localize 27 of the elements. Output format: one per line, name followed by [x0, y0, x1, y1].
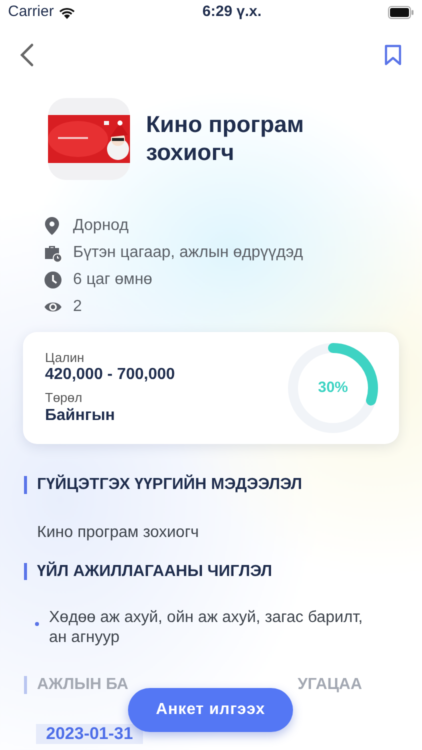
clock-icon — [44, 270, 62, 288]
bullet-dot — [35, 622, 39, 626]
info-text: Дорнод — [73, 216, 129, 236]
type-value: Байнгын — [45, 406, 116, 426]
info-text: 2 — [73, 296, 82, 316]
bookmark-icon[interactable] — [384, 44, 402, 66]
salary-label: Цалин — [45, 350, 86, 366]
info-text: Бүтэн цагаар, ажлын өдрүүдэд — [73, 242, 303, 262]
section-heading: АЖЛЫН БА — [37, 676, 128, 694]
briefcase-clock-icon — [44, 244, 62, 262]
section-heading: ҮЙЛ АЖИЛЛАГААНЫ ЧИГЛЭЛ — [24, 562, 422, 580]
info-text: 6 цаг өмнө — [73, 270, 152, 290]
section-heading: УГАЦАА — [298, 676, 362, 694]
wifi-icon — [58, 6, 76, 18]
type-label: Төрөл — [45, 390, 84, 406]
location-icon — [44, 216, 62, 234]
progress-reading: 30% — [318, 378, 348, 398]
date-text: 2023-01-31 — [36, 724, 143, 744]
bullet-text: Хөдөө аж ахуй, ойн аж ахуй, загас барилт, ан агнуур — [49, 608, 364, 648]
status-time: 6:29 ү.х. — [202, 2, 262, 22]
battery-icon — [388, 6, 414, 18]
job-title: Кино програм зохиогч — [146, 111, 305, 167]
back-icon — [20, 43, 34, 67]
section-heading: ГҮЙЦЭТГЭХ ҮҮРГИЙН МЭДЭЭЛЭЛ — [24, 476, 422, 494]
carrier-name: Carrier — [8, 2, 54, 22]
salary-value: 420,000 - 700,000 — [45, 365, 175, 386]
section-text: Кино програм зохиогч — [37, 522, 200, 543]
